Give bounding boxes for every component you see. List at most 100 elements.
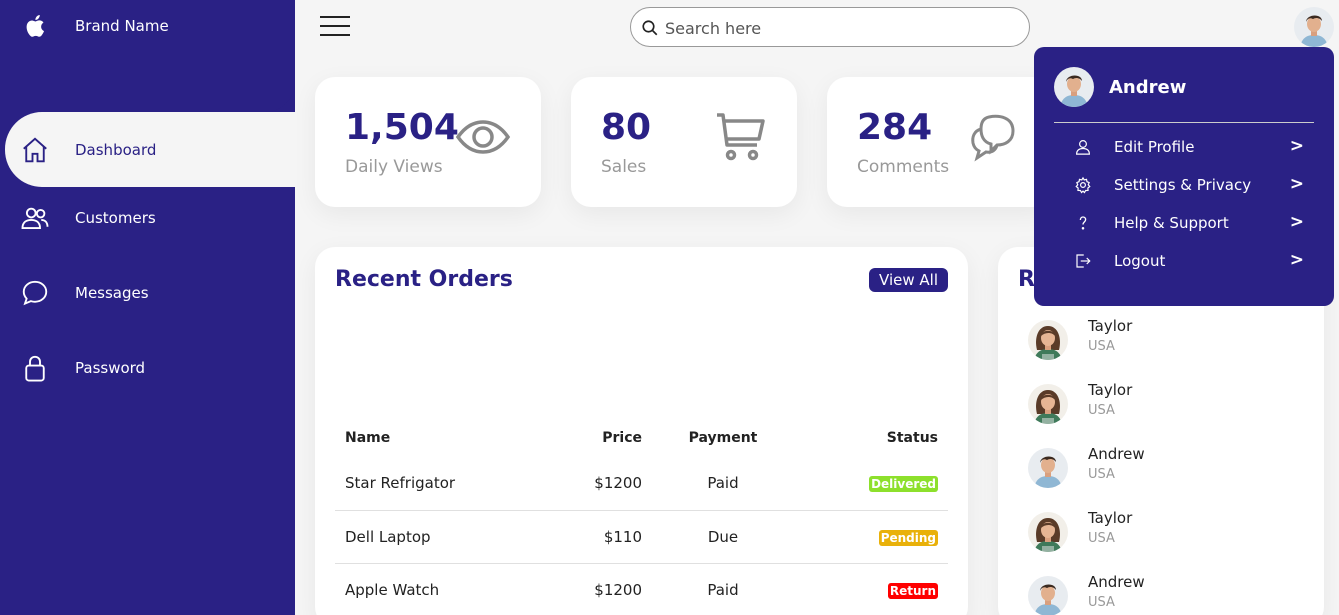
cell-status: Return: [804, 563, 948, 615]
brand-header[interactable]: Brand Name: [0, 0, 295, 112]
menu-toggle-button[interactable]: [320, 16, 350, 38]
column-header: Name: [345, 430, 391, 446]
sidebar: Brand Name Dashboard Customers Messages …: [0, 0, 295, 615]
hamburger-line: [320, 34, 350, 36]
customer-country: USA: [1088, 467, 1115, 482]
lock-icon: [25, 355, 45, 381]
sidebar-item-messages[interactable]: Messages: [0, 255, 295, 330]
stat-number: 80: [601, 107, 652, 148]
status-badge: Delivered: [869, 476, 938, 493]
panel-title: Recent Orders: [335, 267, 513, 292]
menu-item-settings[interactable]: Settings & Privacy >: [1074, 171, 1304, 201]
customer-item[interactable]: Andrew USA: [1028, 445, 1308, 505]
stat-caption: Sales: [601, 157, 647, 177]
question-icon: [1079, 216, 1087, 230]
logout-icon: [1076, 254, 1091, 268]
divider: [1054, 122, 1314, 123]
eye-icon: [455, 120, 511, 154]
sidebar-item-label: Customers: [75, 208, 156, 227]
search-bar: [630, 7, 1030, 47]
apple-icon: [26, 15, 45, 37]
menu-item-help[interactable]: Help & Support >: [1074, 209, 1304, 239]
stat-number: 284: [857, 107, 933, 148]
brand-name: Brand Name: [75, 17, 169, 35]
cell-name: Star Refrigator: [335, 457, 535, 511]
cell-name: Apple Watch: [335, 563, 535, 615]
search-icon: [642, 20, 658, 36]
avatar-image: [1294, 7, 1334, 47]
column-header: Status: [886, 430, 938, 446]
customer-country: USA: [1088, 403, 1115, 418]
menu-item-label: Edit Profile: [1114, 138, 1195, 156]
customer-country: USA: [1088, 595, 1115, 610]
status-badge: Return: [887, 582, 938, 599]
home-icon: [23, 136, 47, 162]
search-input[interactable]: [665, 16, 1015, 40]
customer-item[interactable]: Taylor USA: [1028, 381, 1308, 441]
customer-country: USA: [1088, 339, 1115, 354]
user-avatar[interactable]: [1294, 7, 1334, 47]
sidebar-item-label: Messages: [75, 283, 149, 302]
avatar: [1028, 512, 1068, 552]
stat-card-comments[interactable]: 284 Comments: [827, 77, 1053, 207]
view-all-button[interactable]: View All: [869, 268, 948, 292]
chevron-right-icon: >: [1289, 136, 1304, 156]
profile-dropdown: Andrew Edit Profile > Settings & Privacy…: [1034, 47, 1334, 306]
stat-caption: Daily Views: [345, 157, 443, 177]
avatar: [1054, 67, 1094, 107]
customer-name: Taylor: [1088, 509, 1133, 527]
stat-card-sales[interactable]: 80 Sales: [571, 77, 797, 207]
customer-item[interactable]: Andrew USA: [1028, 573, 1308, 615]
table-row[interactable]: Apple Watch $1200 Paid Return: [335, 563, 948, 615]
chevron-right-icon: >: [1289, 212, 1304, 232]
hamburger-line: [320, 16, 350, 18]
chevron-right-icon: >: [1289, 174, 1304, 194]
cell-payment: Paid: [642, 457, 804, 511]
customer-item[interactable]: Taylor USA: [1028, 509, 1308, 569]
column-header: Payment: [688, 430, 758, 446]
table-header-row: Name Price Payment Status: [335, 419, 948, 457]
menu-item-label: Logout: [1114, 252, 1166, 270]
stat-caption: Comments: [857, 157, 950, 177]
customer-name: Andrew: [1088, 445, 1145, 463]
customer-name: Andrew: [1088, 573, 1145, 591]
customer-name: Taylor: [1088, 381, 1133, 399]
stat-card-views[interactable]: 1,504 Daily Views: [315, 77, 541, 207]
sidebar-item-dashboard[interactable]: Dashboard: [5, 112, 295, 187]
people-icon: [21, 207, 49, 229]
customer-name: Taylor: [1088, 317, 1133, 335]
cell-payment: Due: [642, 510, 804, 564]
menu-item-edit-profile[interactable]: Edit Profile >: [1074, 133, 1304, 163]
sidebar-item-password[interactable]: Password: [0, 330, 295, 405]
cell-payment: Paid: [642, 563, 804, 615]
profile-name: Andrew: [1109, 77, 1187, 98]
menu-item-logout[interactable]: Logout >: [1074, 247, 1304, 277]
status-badge: Pending: [878, 529, 938, 546]
table-row[interactable]: Dell Laptop $110 Due Pending: [335, 510, 948, 564]
recent-orders-panel: Recent Orders View All Name Price Paymen…: [315, 247, 968, 615]
avatar: [1028, 384, 1068, 424]
gear-icon: [1075, 176, 1091, 194]
sidebar-item-label: Dashboard: [75, 140, 157, 159]
avatar: [1028, 320, 1068, 360]
customer-country: USA: [1088, 531, 1115, 546]
chevron-right-icon: >: [1289, 250, 1304, 270]
cell-name: Dell Laptop: [335, 510, 535, 564]
menu-item-label: Help & Support: [1114, 214, 1229, 232]
column-header: Price: [602, 430, 642, 446]
hamburger-line: [320, 25, 350, 27]
orders-table: Name Price Payment Status Star Refrigato…: [335, 419, 948, 615]
cell-status: Delivered: [804, 457, 948, 511]
stat-number: 1,504: [345, 107, 459, 148]
user-icon: [1076, 140, 1090, 155]
sidebar-item-label: Password: [75, 358, 146, 377]
customer-item[interactable]: Taylor USA: [1028, 317, 1308, 377]
cart-icon: [717, 113, 765, 161]
table-row[interactable]: Star Refrigator $1200 Paid Delivered: [335, 457, 948, 511]
cell-price: $110: [535, 510, 642, 564]
sidebar-item-customers[interactable]: Customers: [0, 180, 295, 255]
avatar: [1028, 576, 1068, 615]
cell-price: $1200: [535, 457, 642, 511]
chat-bubbles-icon: [971, 114, 1015, 162]
cell-price: $1200: [535, 563, 642, 615]
